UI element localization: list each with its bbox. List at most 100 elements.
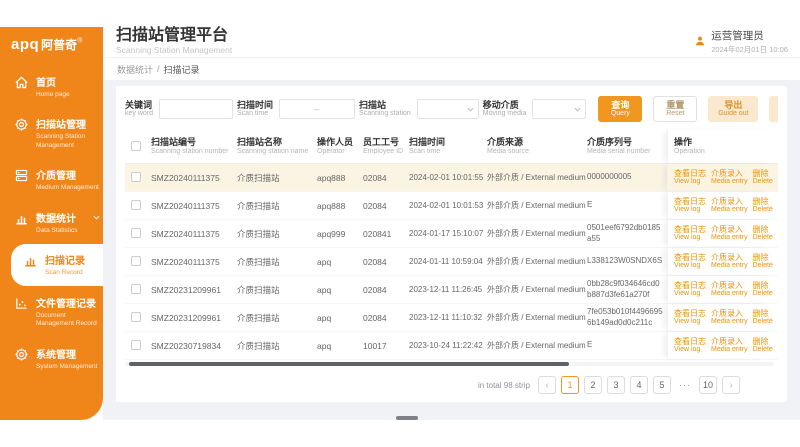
- breadcrumb-parent[interactable]: 数据统计: [117, 63, 153, 76]
- sidebar-item-document-management-record[interactable]: 文件管理记录Document Management Record: [0, 287, 103, 337]
- chevron-down-icon: [574, 106, 581, 113]
- scan-time-range-input[interactable]: –: [279, 99, 355, 119]
- op-link-en: View log: [674, 290, 706, 298]
- delete-link[interactable]: 删除Delete: [753, 253, 773, 271]
- sidebar-item-scan-record[interactable]: 扫描记录Scan Record: [11, 244, 103, 285]
- cell-media-serial: 0000000005: [587, 172, 667, 182]
- view-log-link[interactable]: 查看日志View log: [674, 253, 706, 271]
- media-entry-link[interactable]: 介质录入Media entry: [711, 169, 748, 187]
- view-log-link[interactable]: 查看日志View log: [674, 225, 706, 243]
- page-button-5[interactable]: 5: [653, 376, 671, 394]
- sidebar-item-text: 扫描站管理Scanning Station Management: [36, 116, 101, 150]
- keyword-label: 关键词 key word: [125, 100, 153, 118]
- view-log-link[interactable]: 查看日志View log: [674, 337, 706, 355]
- delete-link[interactable]: 删除Delete: [753, 197, 773, 215]
- page-button-2[interactable]: 2: [584, 376, 602, 394]
- col-employee-id: 员工工号Employee ID: [363, 137, 409, 157]
- cell-employee-id: 02084: [363, 173, 409, 183]
- sidebar-item-label-en: Data Statistics: [36, 227, 78, 235]
- view-log-link[interactable]: 查看日志View log: [674, 197, 706, 215]
- row-checkbox[interactable]: [131, 340, 141, 350]
- table-row: SMZ20240111375介质扫描站apq888020842024-02-01…: [125, 192, 778, 220]
- media-entry-link[interactable]: 介质录入Media entry: [711, 197, 748, 215]
- cell-media-serial: 0501eef6792db0185a55: [587, 223, 667, 244]
- query-button[interactable]: 查询 Query: [598, 96, 642, 122]
- page-button-1[interactable]: 1: [561, 376, 579, 394]
- row-checkbox[interactable]: [131, 284, 141, 294]
- media-entry-link[interactable]: 介质录入Media entry: [711, 309, 748, 327]
- next-page-button[interactable]: ›: [722, 376, 740, 394]
- select-all-checkbox[interactable]: [131, 141, 141, 151]
- table-header-row: 扫描站编号Scanning station number扫描站名称Scannin…: [125, 130, 778, 164]
- row-checkbox[interactable]: [131, 228, 141, 238]
- column-header-zh: 员工工号: [363, 137, 405, 148]
- op-link-zh: 删除: [753, 253, 773, 263]
- op-link-zh: 介质录入: [711, 253, 748, 263]
- col-station-number: 扫描站编号Scanning station number: [151, 137, 237, 157]
- app-window: 扫描站管理平台 Scanning Station Management 运营管理…: [0, 25, 800, 420]
- cell-scan-time: 2023-12-11 11:26:45: [409, 285, 487, 294]
- page-scrollbar-thumb[interactable]: [396, 416, 418, 420]
- media-entry-link[interactable]: 介质录入Media entry: [711, 281, 748, 299]
- cell-station-name: 介质扫描站: [237, 228, 317, 240]
- delete-link[interactable]: 删除Delete: [753, 337, 773, 355]
- column-header-zh: 介质序列号: [587, 137, 663, 148]
- page-button-4[interactable]: 4: [630, 376, 648, 394]
- prev-page-button[interactable]: ‹: [538, 376, 556, 394]
- scanning-station-select[interactable]: [417, 99, 479, 119]
- column-header-text: 介质序列号Media serial number: [587, 137, 663, 157]
- breadcrumb-separator: /: [157, 64, 160, 74]
- row-checkbox[interactable]: [131, 172, 141, 182]
- sidebar-item-medium-management[interactable]: 介质管理Medium Management: [0, 159, 103, 200]
- op-link-zh: 介质录入: [711, 281, 748, 291]
- delete-link[interactable]: 删除Delete: [753, 169, 773, 187]
- view-log-link[interactable]: 查看日志View log: [674, 169, 706, 187]
- sidebar-item-data-statistics[interactable]: 数据统计Data Statistics: [0, 202, 103, 243]
- sidebar-item-label-en: Scanning Station Management: [36, 133, 101, 150]
- op-link-en: Media entry: [711, 318, 748, 326]
- page-button-10[interactable]: 10: [699, 376, 717, 394]
- delete-button[interactable]: 删除 Delete: [769, 96, 778, 122]
- page-button-3[interactable]: 3: [607, 376, 625, 394]
- view-log-link[interactable]: 查看日志View log: [674, 309, 706, 327]
- media-entry-link[interactable]: 介质录入Media entry: [711, 337, 748, 355]
- row-checkbox[interactable]: [131, 256, 141, 266]
- cell-scan-time: 2024-02-01 10:01:53: [409, 201, 487, 210]
- row-checkbox[interactable]: [131, 200, 141, 210]
- col-scan-time: 扫描时间Scan time: [409, 137, 487, 157]
- keyword-input[interactable]: [159, 99, 233, 119]
- col-media-serial: 介质序列号Media serial number: [587, 137, 667, 157]
- select-all-cell: [125, 141, 151, 153]
- user-name: 运营管理员: [711, 28, 788, 43]
- delete-link[interactable]: 删除Delete: [753, 309, 773, 327]
- column-header-zh: 扫描站名称: [237, 137, 313, 148]
- column-header-en: Employee ID: [363, 148, 405, 157]
- delete-link[interactable]: 删除Delete: [753, 281, 773, 299]
- sidebar-item-system-management[interactable]: 系统管理System Management: [0, 338, 103, 379]
- media-entry-link[interactable]: 介质录入Media entry: [711, 225, 748, 243]
- row-checkbox[interactable]: [131, 312, 141, 322]
- main-content: 扫描站管理平台 Scanning Station Management 运营管理…: [103, 25, 800, 420]
- delete-link[interactable]: 删除Delete: [753, 225, 773, 243]
- sidebar-item-scanning-station-management[interactable]: 扫描站管理Scanning Station Management: [0, 108, 103, 158]
- column-header-text: 员工工号Employee ID: [363, 137, 405, 157]
- sidebar-item-label-zh: 介质管理: [36, 167, 99, 182]
- reset-button[interactable]: 重置 Reset: [653, 96, 697, 122]
- sidebar-item-home[interactable]: 首页Home page: [0, 66, 103, 107]
- body-area: 关键词 key word 扫描时间 Scan time – 扫描站 Scanni…: [103, 80, 800, 420]
- table-row: SMZ20230719834介质扫描站apq100172023-10-24 11…: [125, 332, 778, 360]
- sidebar-item-label-zh: 首页: [36, 74, 70, 89]
- cell-station-name: 介质扫描站: [237, 340, 317, 352]
- chevron-down-icon: [467, 106, 474, 113]
- view-log-link[interactable]: 查看日志View log: [674, 281, 706, 299]
- op-link-zh: 删除: [753, 281, 773, 291]
- moving-media-select[interactable]: [532, 99, 586, 119]
- cell-employee-id: 02084: [363, 313, 409, 323]
- op-link-en: View log: [674, 262, 706, 270]
- table-horizontal-scrollbar-thumb[interactable]: [129, 362, 569, 366]
- user-info[interactable]: 运营管理员 2024年02月01日 10:06: [694, 28, 788, 55]
- sidebar-item-label-zh: 扫描记录: [45, 252, 85, 267]
- media-entry-link[interactable]: 介质录入Media entry: [711, 253, 748, 271]
- export-button[interactable]: 导出 Guide out: [708, 96, 758, 122]
- sidebar-item-text: 首页Home page: [36, 74, 70, 99]
